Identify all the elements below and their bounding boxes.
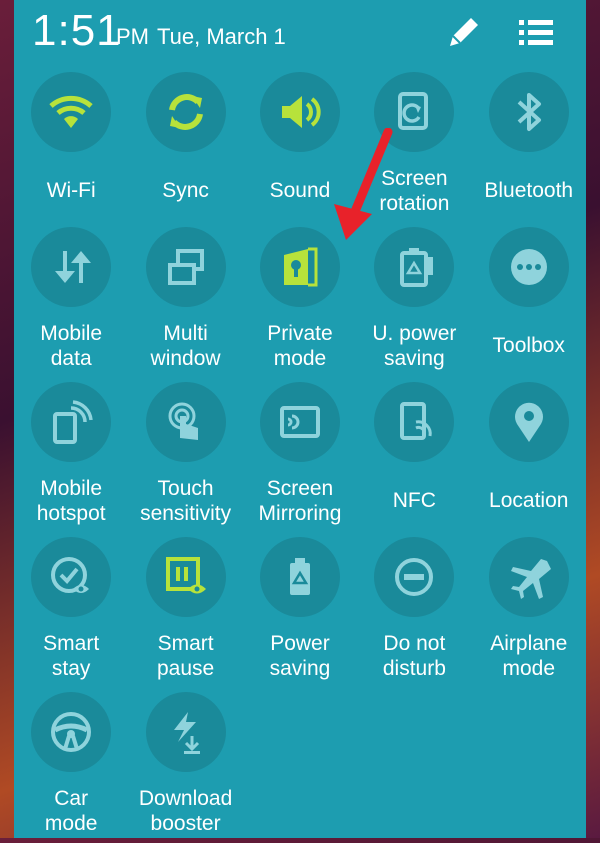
- tile-private-mode[interactable]: Private mode: [243, 223, 357, 378]
- tile-button-private-mode[interactable]: [259, 227, 340, 307]
- tile-button-power-saving[interactable]: [259, 537, 340, 617]
- tile-download-booster[interactable]: Download booster: [128, 688, 242, 843]
- private-mode-icon: [283, 247, 318, 287]
- tile-label: Screen Mirroring: [258, 477, 342, 525]
- tile-smart-pause[interactable]: Smart pause: [128, 533, 242, 688]
- multi-window-icon: [167, 249, 204, 285]
- tile-button-touch-sensitivity[interactable]: [145, 382, 226, 462]
- tile-sync[interactable]: Sync: [128, 68, 242, 223]
- quick-settings-grid: Wi-Fi Sync Sound Screen rotation Bluetooth Mo…: [14, 68, 586, 843]
- tile-do-not-disturb[interactable]: Do not disturb: [357, 533, 471, 688]
- tile-button-smart-stay[interactable]: [31, 537, 112, 617]
- tile-button-toolbox[interactable]: [488, 227, 569, 307]
- tile-button-sync[interactable]: [145, 72, 226, 152]
- do-not-disturb-icon: [395, 558, 434, 596]
- tile-label: Airplane mode: [490, 632, 568, 680]
- car-mode-icon: [51, 712, 92, 752]
- tile-car-mode[interactable]: Car mode: [14, 688, 128, 843]
- sound-icon: [281, 96, 321, 128]
- tile-label: U. power saving: [372, 322, 457, 370]
- tile-button-airplane-mode[interactable]: [488, 537, 569, 617]
- tile-label: Car mode: [44, 787, 98, 835]
- tile-button-mobile-hotspot[interactable]: [31, 382, 112, 462]
- tile-mobile-hotspot[interactable]: Mobile hotspot: [14, 378, 128, 533]
- red-arrow-annotation: [334, 128, 393, 240]
- list-icon: [519, 20, 553, 45]
- tile-touch-sensitivity[interactable]: Touch sensitivity: [128, 378, 242, 533]
- tile-label: Do not disturb: [382, 632, 446, 680]
- tile-screen-mirroring[interactable]: Screen Mirroring: [243, 378, 357, 533]
- tile-label: Sync: [162, 179, 209, 202]
- location-icon: [514, 402, 543, 442]
- quick-settings-panel: 1:51 PM Tue, March 1 Wi-Fi Sync Sound Scree…: [14, 0, 586, 838]
- tile-button-multi-window[interactable]: [145, 227, 226, 307]
- list-view-button[interactable]: [516, 16, 556, 50]
- tile-label: NFC: [392, 489, 436, 512]
- tile-airplane-mode[interactable]: Airplane mode: [472, 533, 586, 688]
- tile-label: Toolbox: [492, 334, 565, 357]
- tile-label: Location: [489, 489, 569, 512]
- tile-label: Mobile hotspot: [36, 477, 106, 525]
- toolbox-icon: [510, 249, 547, 285]
- download-booster-icon: [173, 712, 200, 754]
- tile-button-location[interactable]: [488, 382, 569, 462]
- tile-label: Bluetooth: [484, 179, 574, 202]
- tile-label: Wi-Fi: [46, 179, 96, 202]
- tile-button-car-mode[interactable]: [31, 692, 112, 772]
- tile-bluetooth[interactable]: Bluetooth: [472, 68, 586, 223]
- smart-pause-icon: [165, 557, 206, 594]
- tile-button-smart-pause[interactable]: [145, 537, 226, 617]
- tile-button-nfc[interactable]: [374, 382, 455, 462]
- clock-ampm: PM: [116, 24, 149, 49]
- tile-button-sound[interactable]: [259, 72, 340, 152]
- screen-rotation-icon: [398, 92, 429, 130]
- ultra-power-saving-icon: [400, 248, 434, 287]
- mobile-data-icon: [55, 251, 92, 283]
- edit-button[interactable]: [444, 12, 484, 52]
- tile-button-screen-mirroring[interactable]: [259, 382, 340, 462]
- tile-label: Smart pause: [156, 632, 215, 680]
- power-saving-icon: [289, 558, 310, 595]
- pencil-icon: [450, 18, 478, 46]
- status-bar: 1:51 PM Tue, March 1: [14, 0, 586, 62]
- tile-multi-window[interactable]: Multi window: [128, 223, 242, 378]
- tile-label: Power saving: [269, 632, 331, 680]
- tile-button-download-booster[interactable]: [145, 692, 226, 772]
- sync-icon: [168, 94, 203, 130]
- tile-wi-fi[interactable]: Wi-Fi: [14, 68, 128, 223]
- tile-power-saving[interactable]: Power saving: [243, 533, 357, 688]
- tile-label: Smart stay: [43, 632, 100, 680]
- nfc-icon: [400, 402, 433, 440]
- tile-label: Mobile data: [40, 322, 103, 370]
- tile-button-mobile-data[interactable]: [31, 227, 112, 307]
- smart-stay-icon: [51, 557, 90, 593]
- touch-sensitivity-icon: [168, 402, 198, 440]
- tile-button-do-not-disturb[interactable]: [374, 537, 455, 617]
- tile-label: Touch sensitivity: [140, 477, 232, 525]
- tile-u-power-saving[interactable]: U. power saving: [357, 223, 471, 378]
- tile-button-bluetooth[interactable]: [488, 72, 569, 152]
- tile-button-wi-fi[interactable]: [31, 72, 112, 152]
- clock-time: 1:51: [32, 6, 122, 55]
- tile-nfc[interactable]: NFC: [357, 378, 471, 533]
- tile-smart-stay[interactable]: Smart stay: [14, 533, 128, 688]
- tile-mobile-data[interactable]: Mobile data: [14, 223, 128, 378]
- wifi-icon: [49, 95, 93, 128]
- screen-mirroring-icon: [279, 406, 320, 438]
- tile-label: Multi window: [150, 322, 221, 370]
- tile-location[interactable]: Location: [472, 378, 586, 533]
- airplane-icon: [510, 559, 551, 599]
- date-text: Tue, March 1: [157, 24, 286, 49]
- tile-label: Private mode: [267, 322, 333, 370]
- tile-label: Download booster: [138, 787, 233, 835]
- mobile-hotspot-icon: [53, 400, 93, 444]
- tile-toolbox[interactable]: Toolbox: [472, 223, 586, 378]
- bluetooth-icon: [517, 93, 541, 131]
